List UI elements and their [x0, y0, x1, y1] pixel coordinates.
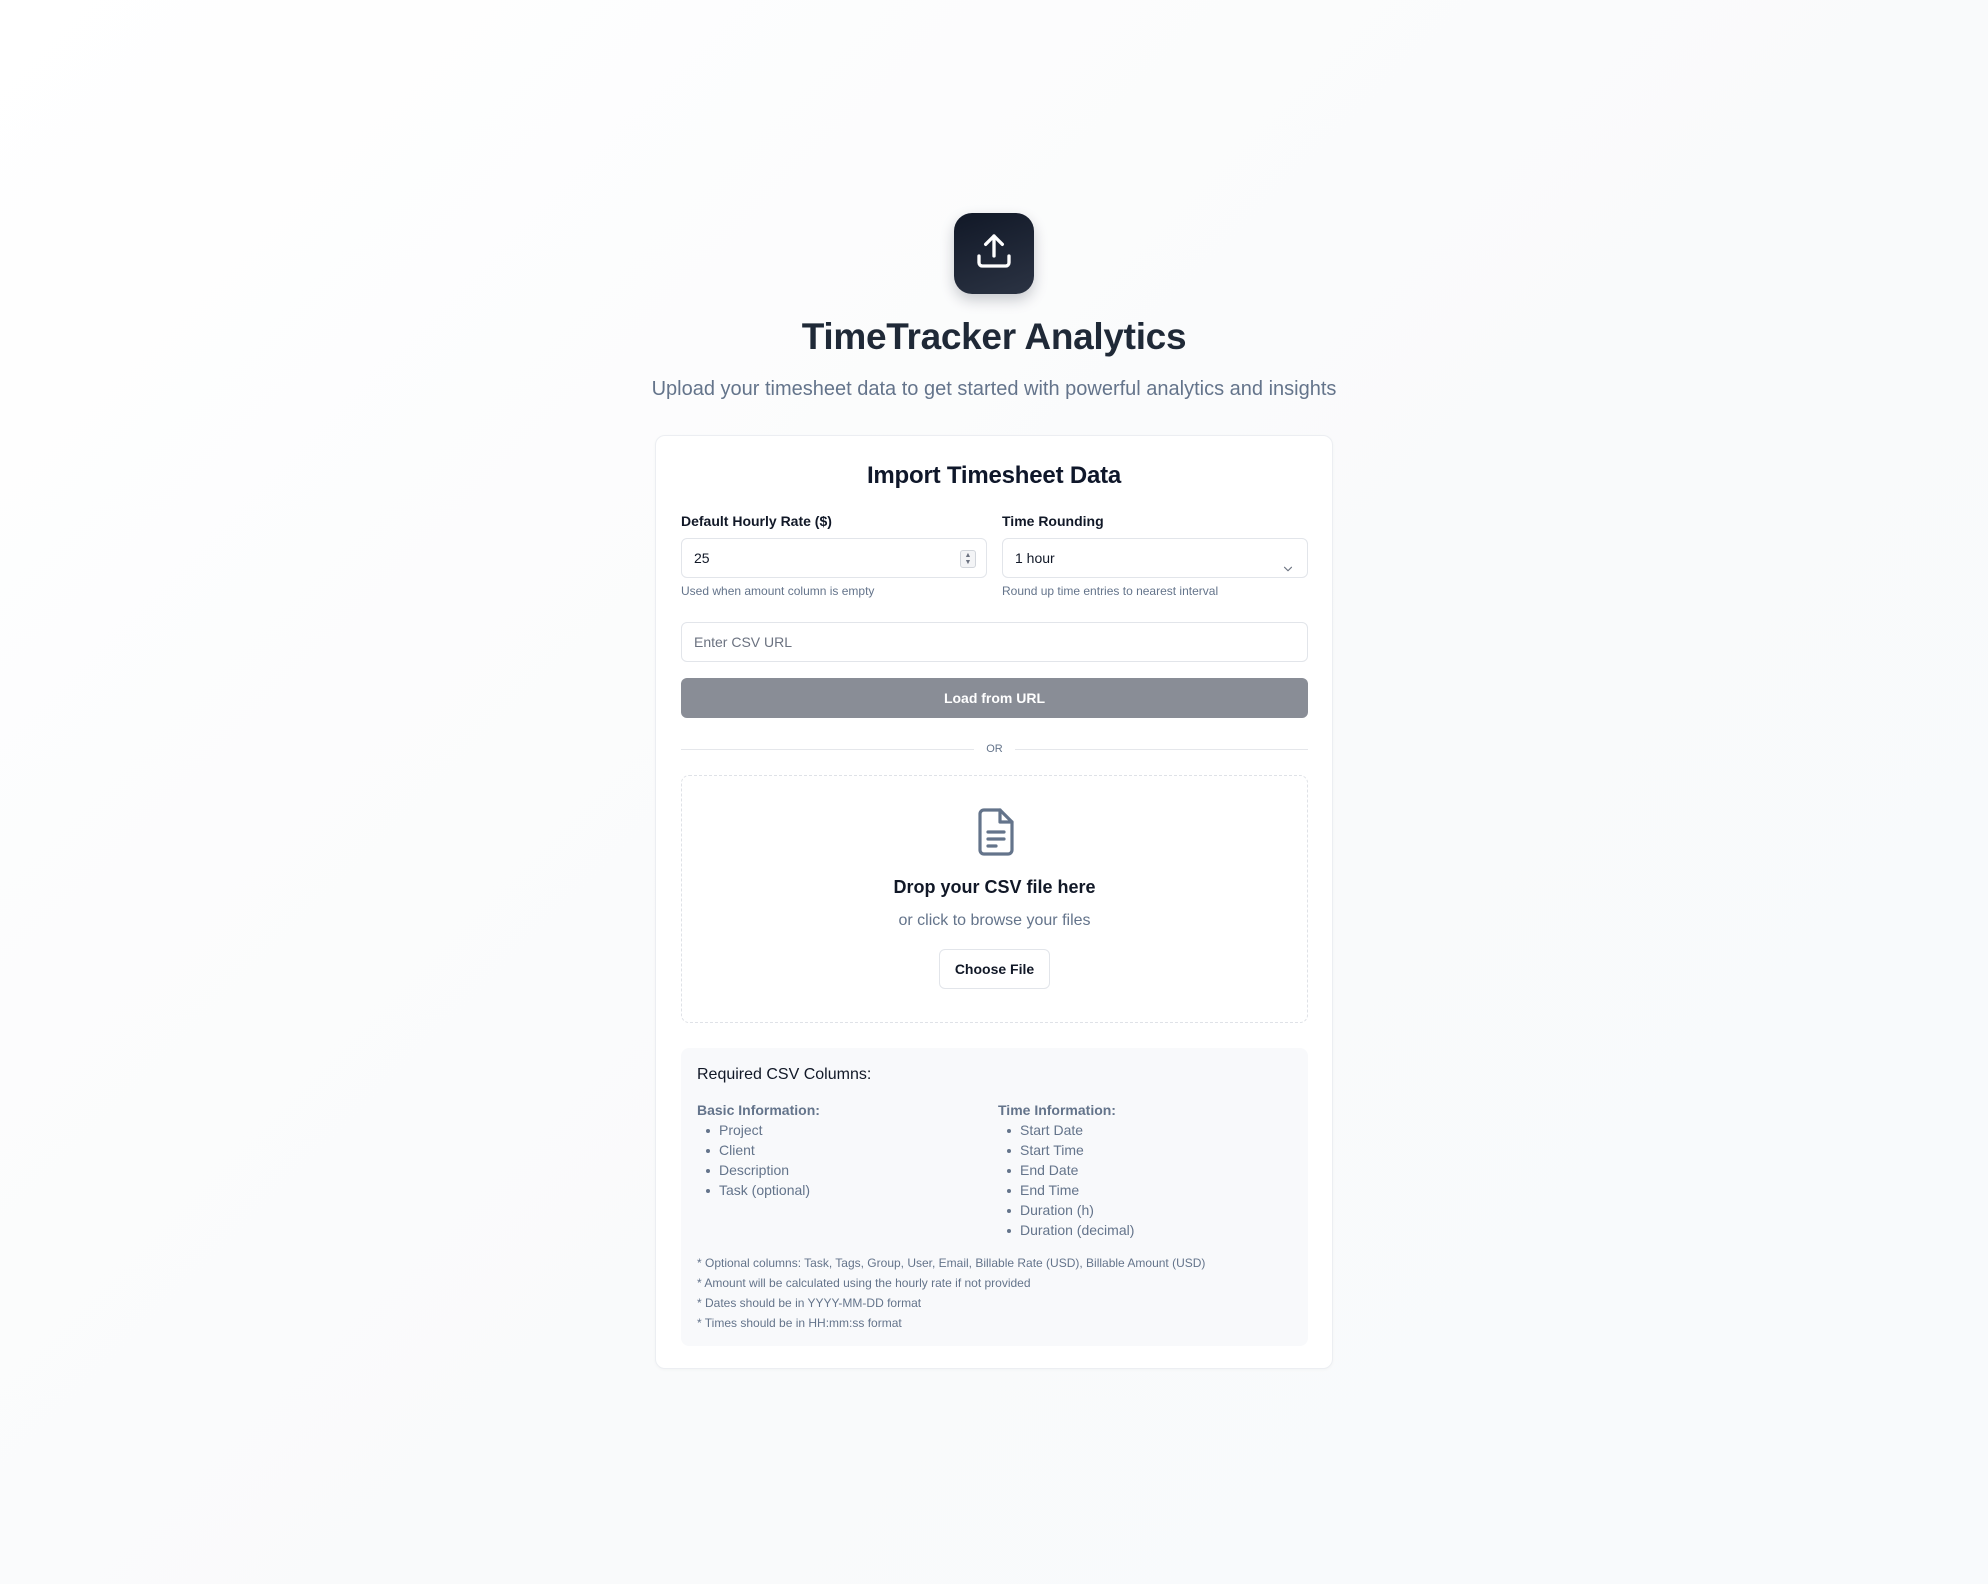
hourly-rate-hint: Used when amount column is empty [681, 584, 875, 598]
upload-icon [974, 231, 1014, 276]
or-divider: OR [681, 742, 1308, 756]
hourly-rate-value: 25 [694, 550, 710, 566]
hourly-rate-input[interactable]: 25 ▲ ▼ [681, 538, 987, 578]
list-item: Description [697, 1160, 987, 1180]
time-rounding-hint: Round up time entries to nearest interva… [1002, 584, 1219, 598]
page-subtitle: Upload your timesheet data to get starte… [651, 378, 1337, 400]
page: TimeTracker Analytics Upload your timesh… [0, 0, 1988, 1584]
list-item: Duration (decimal) [998, 1220, 1288, 1240]
time-rounding-value: 1 hour [1015, 550, 1055, 566]
divider-text: OR [986, 743, 1003, 755]
time-info-list: Start Date Start Time End Date End Time … [998, 1120, 1288, 1240]
required-columns-panel: Required CSV Columns: Basic Information:… [681, 1048, 1308, 1346]
chevron-down-icon [1281, 552, 1295, 590]
note-line: * Amount will be calculated using the ho… [697, 1276, 1031, 1290]
time-info-column: Time Information: Start Date Start Time … [998, 1100, 1288, 1240]
note-line: * Dates should be in YYYY-MM-DD format [697, 1296, 922, 1310]
basic-info-list: Project Client Description Task (optiona… [697, 1120, 987, 1200]
csv-url-input[interactable]: Enter CSV URL [681, 622, 1308, 662]
list-item: Project [697, 1120, 987, 1140]
page-title: TimeTracker Analytics [801, 316, 1187, 357]
hourly-rate-label: Default Hourly Rate ($) [681, 513, 832, 529]
dropzone-title: Drop your CSV file here [893, 877, 1096, 897]
file-text-icon [976, 808, 1016, 861]
note-line: * Optional columns: Task, Tags, Group, U… [697, 1256, 1206, 1270]
dropzone-subtitle: or click to browse your files [898, 912, 1091, 929]
csv-url-placeholder: Enter CSV URL [694, 634, 793, 650]
import-card: Import Timesheet Data Default Hourly Rat… [655, 435, 1333, 1369]
file-dropzone[interactable]: Drop your CSV file here or click to brow… [681, 775, 1308, 1023]
stepper-down-icon[interactable]: ▼ [965, 559, 972, 566]
list-item: Start Time [998, 1140, 1288, 1160]
card-title: Import Timesheet Data [866, 462, 1122, 489]
time-rounding-select[interactable]: 1 hour [1002, 538, 1308, 578]
list-item: Client [697, 1140, 987, 1160]
app-logo [954, 213, 1034, 294]
time-info-heading: Time Information: [998, 1102, 1116, 1118]
list-item: Duration (h) [998, 1200, 1288, 1220]
basic-info-heading: Basic Information: [697, 1102, 820, 1118]
list-item: Start Date [998, 1120, 1288, 1140]
note-line: * Times should be in HH:mm:ss format [697, 1316, 902, 1330]
basic-info-column: Basic Information: Project Client Descri… [697, 1100, 987, 1200]
load-from-url-button[interactable]: Load from URL [681, 678, 1308, 718]
list-item: End Date [998, 1160, 1288, 1180]
stepper-up-icon[interactable]: ▲ [965, 552, 972, 559]
list-item: End Time [998, 1180, 1288, 1200]
list-item: Task (optional) [697, 1180, 987, 1200]
number-stepper[interactable]: ▲ ▼ [960, 550, 976, 568]
time-rounding-label: Time Rounding [1002, 513, 1104, 529]
required-columns-title: Required CSV Columns: [697, 1066, 872, 1083]
csv-notes: * Optional columns: Task, Tags, Group, U… [697, 1253, 1297, 1333]
choose-file-button[interactable]: Choose File [939, 949, 1050, 989]
